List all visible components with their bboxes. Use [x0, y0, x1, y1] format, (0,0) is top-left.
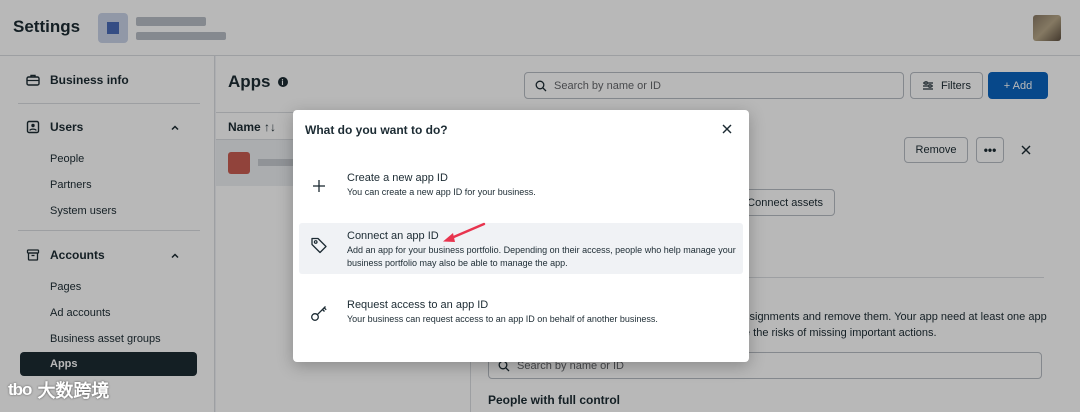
tag-icon: [311, 237, 327, 254]
watermark: tbo 大数跨境: [8, 377, 109, 403]
action-dialog: What do you want to do? Create a new app…: [293, 110, 749, 362]
option-description: Your business can request access to an a…: [347, 314, 658, 324]
key-icon: [311, 306, 327, 321]
option-title: Request access to an app ID: [347, 299, 489, 311]
close-icon[interactable]: [721, 123, 733, 135]
watermark-logo: tbo: [8, 380, 32, 399]
option-description: Add an app for your business portfolio. …: [347, 245, 736, 268]
annotation-arrow-icon: [443, 222, 486, 242]
option-title: Connect an app ID: [347, 230, 439, 242]
dialog-title: What do you want to do?: [305, 123, 448, 137]
plus-icon: [313, 180, 325, 192]
option-connect-app-id[interactable]: Connect an app ID Add an app for your bu…: [299, 223, 743, 274]
option-request-access[interactable]: Request access to an app ID Your busines…: [299, 292, 743, 336]
option-create-app-id[interactable]: Create a new app ID You can create a new…: [299, 164, 743, 208]
option-title: Create a new app ID: [347, 172, 448, 184]
option-description: You can create a new app ID for your bus…: [347, 187, 536, 197]
watermark-text: 大数跨境: [37, 381, 110, 401]
